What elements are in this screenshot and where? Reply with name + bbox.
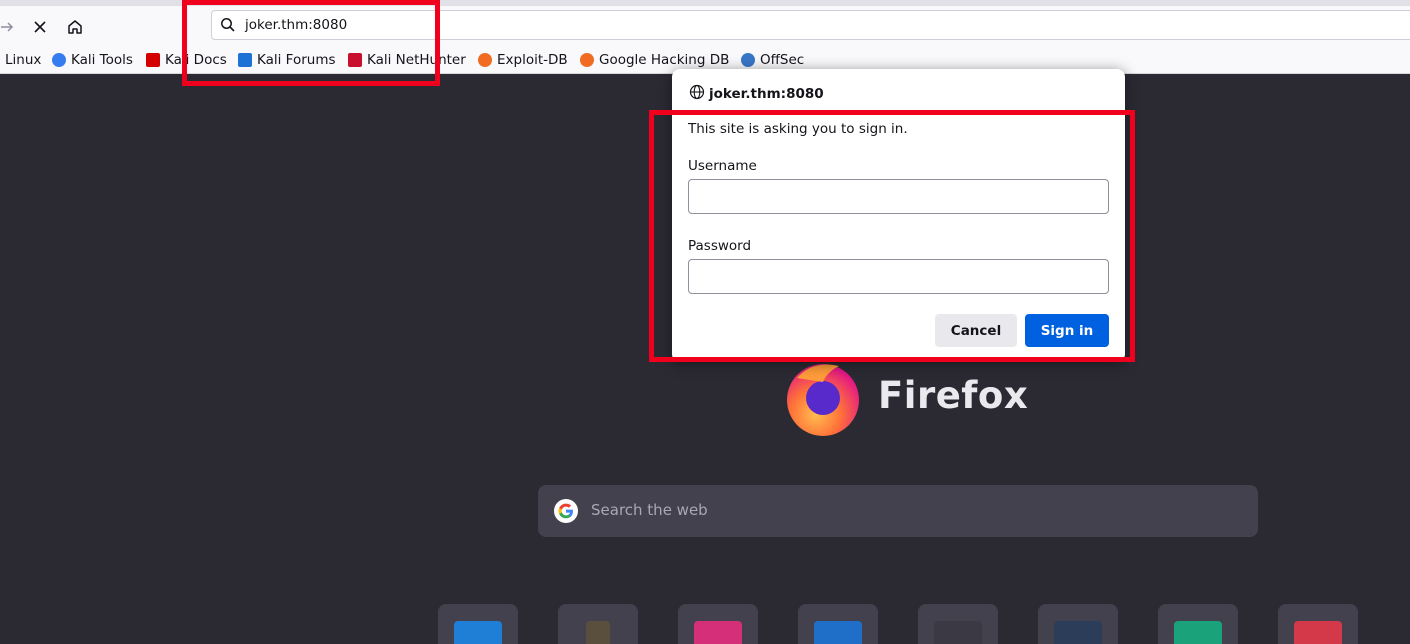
close-icon[interactable] [27,14,53,40]
shortcut-tile-2[interactable] [558,604,638,644]
bookmark-kali-nethunter[interactable]: Kali NetHunter [348,50,466,70]
username-field[interactable] [688,179,1109,214]
dialog-host: joker.thm:8080 [709,86,824,102]
dialog-divider [672,114,1125,115]
shortcut-tile-1[interactable] [438,604,518,644]
shortcut-tile-6[interactable] [1038,604,1118,644]
shortcut-tile-7[interactable] [1158,604,1238,644]
kali-nethunter-icon [348,53,362,67]
browser-toolbar: joker.thm:8080 [0,0,1410,46]
tile-6-icon [1054,621,1102,644]
bookmark-kali-tools[interactable]: Kali Tools [52,50,133,70]
kali-forums-icon [238,53,252,67]
globe-icon [689,84,705,104]
username-label: Username [688,158,757,174]
dialog-title: joker.thm:8080 [689,84,824,104]
search-placeholder: Search the web [591,501,708,519]
google-icon [554,499,578,523]
sign-in-button[interactable]: Sign in [1025,314,1109,347]
search-icon [220,17,236,37]
bookmark-kali-forums[interactable]: Kali Forums [238,50,336,70]
bookmark-linux[interactable]: Linux [5,50,41,70]
tile-8-icon [1294,621,1342,644]
auth-dialog: joker.thm:8080 This site is asking you t… [672,69,1125,362]
arrow-right-icon[interactable] [0,14,20,40]
kali-docs-icon [146,53,160,67]
tile-3-icon [694,621,742,644]
bookmark-exploit-db[interactable]: Exploit-DB [478,50,568,70]
bookmark-kali-docs[interactable]: Kali Docs [146,50,227,70]
offsec-icon [741,53,755,67]
tile-1-icon [454,621,502,644]
password-label: Password [688,238,752,254]
shortcut-tile-3[interactable] [678,604,758,644]
cancel-button[interactable]: Cancel [935,314,1017,347]
shortcut-tile-5[interactable] [918,604,998,644]
url-text: joker.thm:8080 [245,17,348,33]
firefox-wordmark: Firefox [878,374,1029,417]
tile-2-icon [586,621,610,644]
bookmark-offsec[interactable]: OffSec [741,50,804,70]
dialog-message: This site is asking you to sign in. [688,121,908,137]
kali-tools-icon [52,53,66,67]
exploit-db-icon [478,53,492,67]
google-hacking-db-icon [580,53,594,67]
password-field[interactable] [688,259,1109,294]
shortcut-tile-4[interactable] [798,604,878,644]
tile-4-icon [814,621,862,644]
home-icon[interactable] [62,14,88,40]
tile-7-icon [1174,621,1222,644]
bookmark-google-hacking-db[interactable]: Google Hacking DB [580,50,729,70]
tile-5-icon [934,621,982,644]
firefox-logo-icon [783,358,863,438]
url-bar[interactable]: joker.thm:8080 [211,10,1410,40]
shortcut-tile-8[interactable] [1278,604,1358,644]
web-search-box[interactable]: Search the web [538,485,1258,537]
